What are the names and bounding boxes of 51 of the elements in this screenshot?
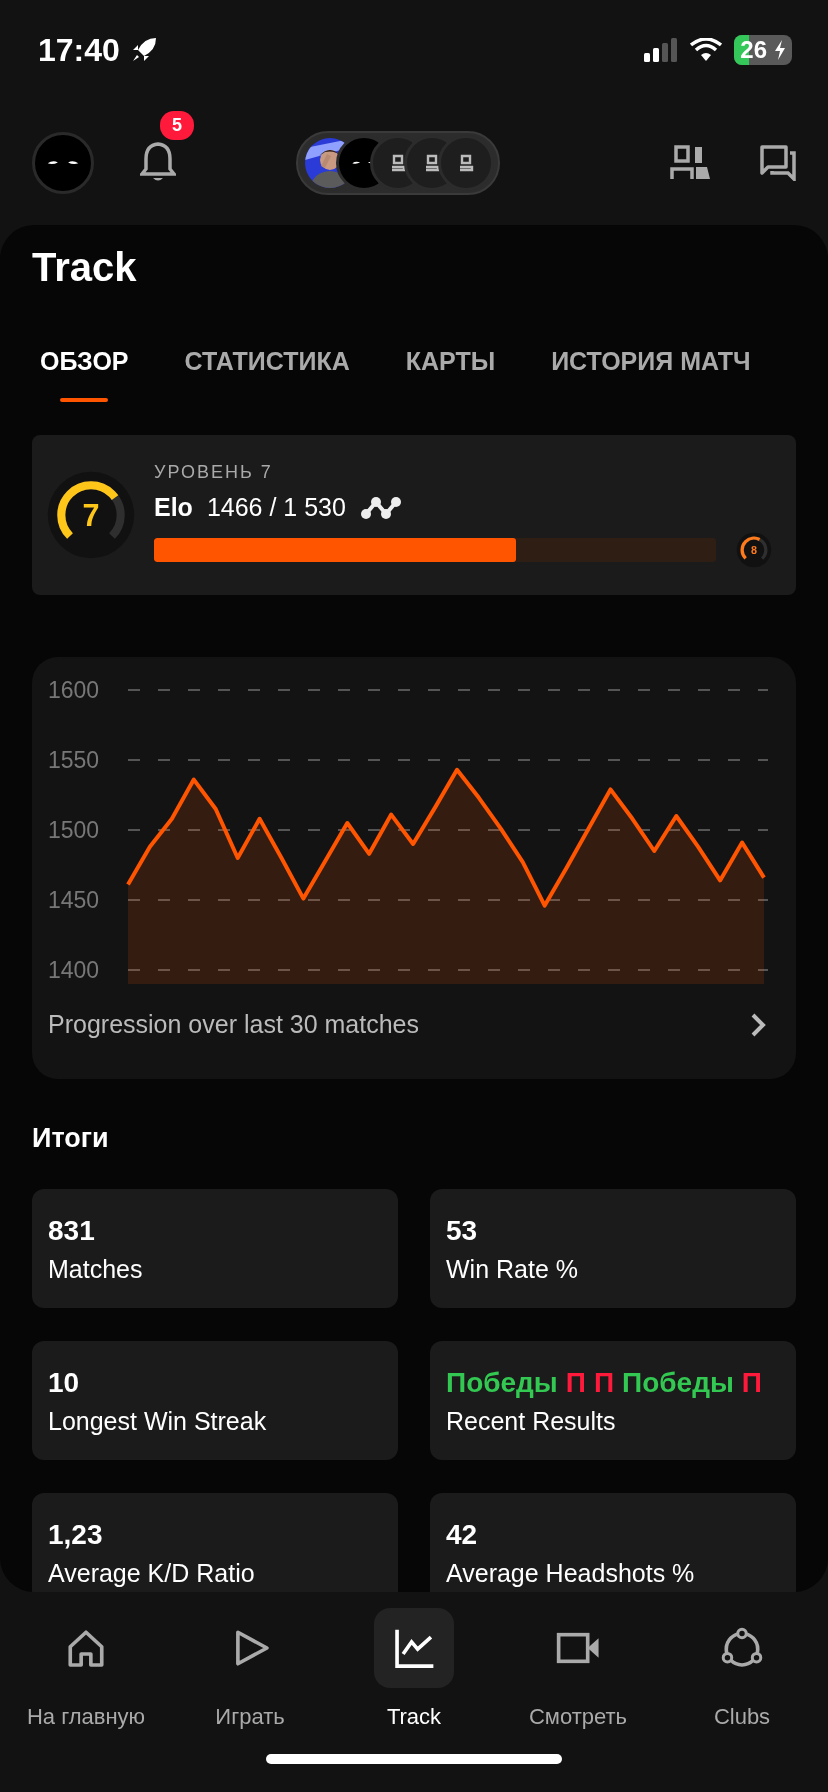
section-title: Итоги	[32, 1123, 110, 1155]
signal-icon	[644, 38, 679, 62]
level-gauge: 8	[736, 532, 772, 568]
tab[interactable]: ИСТОРИЯ МАТЧ	[551, 347, 751, 402]
avatar-placeholder-icon	[458, 153, 474, 172]
stat-label: Matches	[48, 1255, 144, 1284]
axis-label: 1550	[48, 747, 100, 774]
avatar-placeholder-icon	[424, 153, 440, 172]
level-label: УРОВЕНЬ 7	[154, 462, 274, 483]
elo-label: Elo	[154, 493, 193, 522]
chart-caption: Progression over last 30 matches	[48, 1010, 419, 1039]
stat-label: Win Rate %	[446, 1255, 579, 1284]
stat-label: Longest Win Streak	[48, 1407, 268, 1436]
notification-count: 5	[160, 110, 194, 140]
stat-value: 1,23	[48, 1519, 104, 1552]
stat-value: 53	[446, 1215, 479, 1248]
elo-value: 1466 / 1 530	[206, 493, 346, 522]
masked-face-icon	[46, 159, 80, 166]
match-result: Победы	[622, 1367, 734, 1400]
match-result: Победы	[446, 1367, 558, 1400]
stat-label: Average K/D Ratio	[48, 1559, 256, 1588]
axis-label: 1600	[48, 677, 100, 704]
stat-label: Recent Results	[446, 1407, 617, 1436]
nav-tab[interactable]: Clubs	[662, 1608, 822, 1784]
avatar-placeholder-icon	[390, 153, 406, 172]
match-result: П	[593, 1367, 615, 1400]
axis-label: 1400	[48, 957, 100, 984]
tab[interactable]: КАРТЫ	[405, 347, 496, 402]
tab[interactable]: СТАТИСТИКА	[184, 347, 350, 402]
clock: 17:40	[38, 31, 120, 69]
chevron-right-icon[interactable]	[750, 1011, 766, 1038]
stat-value: 10	[48, 1367, 81, 1400]
tab[interactable]: ОБЗОР	[40, 347, 129, 402]
elo-chart-card[interactable]: 1400 1450 1500 1550 1600 Progression over last 30 matches	[32, 657, 796, 1079]
stat-value: 831	[48, 1215, 96, 1248]
nav-tab[interactable]: Смотреть	[498, 1608, 658, 1784]
stat-value: 42	[446, 1519, 479, 1552]
page-title: Track	[32, 244, 138, 291]
stat-label: Average Headshots %	[446, 1559, 696, 1588]
match-result: П	[565, 1367, 586, 1400]
nav-tab[interactable]: На главную	[6, 1608, 166, 1784]
notification-bell-icon[interactable]	[140, 140, 176, 183]
level-gauge: 7	[46, 470, 136, 560]
wifi-icon	[690, 38, 723, 62]
axis-label: 1500	[48, 817, 100, 844]
friends-icon[interactable]	[670, 144, 710, 181]
chat-icon[interactable]	[760, 144, 796, 181]
match-result: П	[741, 1367, 762, 1400]
axis-label: 1450	[48, 887, 100, 914]
trend-icon[interactable]	[359, 495, 402, 520]
nav-tab[interactable]: Играть	[170, 1608, 330, 1784]
